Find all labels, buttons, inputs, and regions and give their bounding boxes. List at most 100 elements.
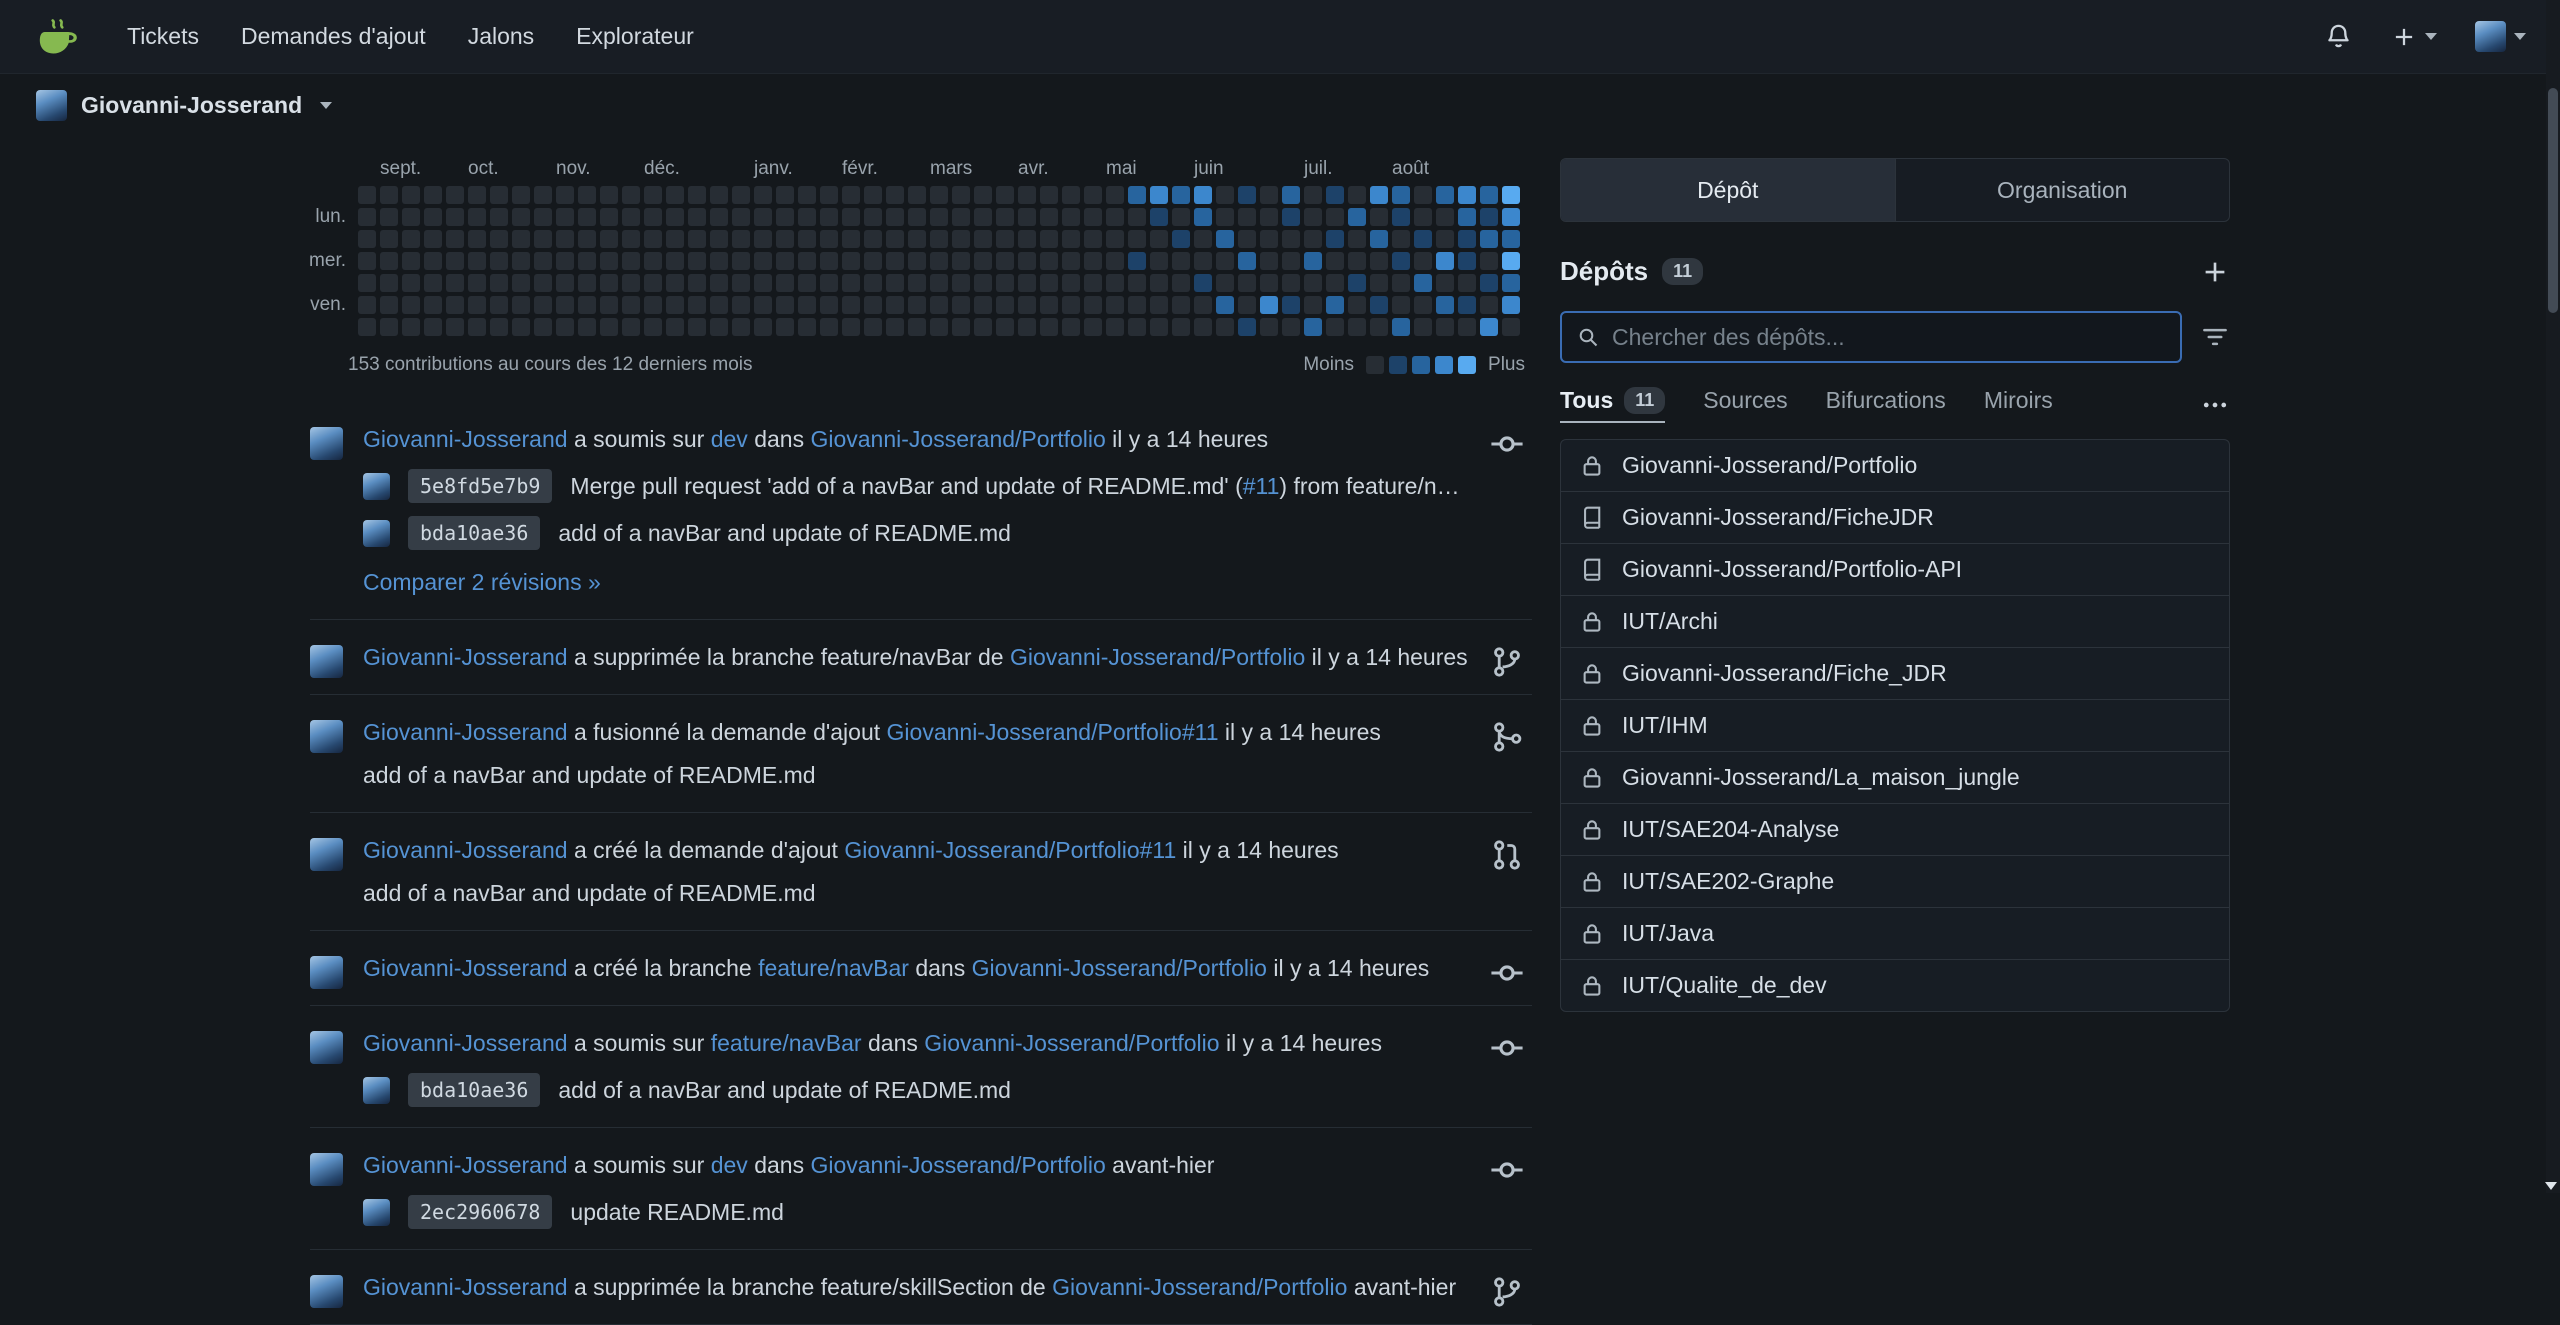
heatmap-cell[interactable]	[1480, 274, 1498, 292]
heatmap-cell[interactable]	[666, 230, 684, 248]
heatmap-cell[interactable]	[490, 252, 508, 270]
heatmap-cell[interactable]	[732, 208, 750, 226]
heatmap-cell[interactable]	[886, 186, 904, 204]
heatmap-cell[interactable]	[600, 208, 618, 226]
heatmap-cell[interactable]	[1128, 252, 1146, 270]
heatmap-cell[interactable]	[1128, 230, 1146, 248]
gitea-logo[interactable]	[34, 14, 80, 60]
heatmap-cell[interactable]	[1282, 274, 1300, 292]
heatmap-cell[interactable]	[1172, 252, 1190, 270]
heatmap-cell[interactable]	[1238, 186, 1256, 204]
heatmap-cell[interactable]	[490, 230, 508, 248]
heatmap-cell[interactable]	[1040, 186, 1058, 204]
notifications-bell-icon[interactable]	[2324, 22, 2353, 51]
commit-sha-link[interactable]: bda10ae36	[408, 1073, 540, 1107]
user-link[interactable]: Giovanni-Josserand	[363, 955, 568, 981]
filter-icon[interactable]	[2200, 322, 2230, 352]
heatmap-cell[interactable]	[1106, 208, 1124, 226]
heatmap-cell[interactable]	[1480, 186, 1498, 204]
repo-name-link[interactable]: IUT/Qualite_de_dev	[1622, 972, 1827, 999]
heatmap-cell[interactable]	[534, 318, 552, 336]
heatmap-cell[interactable]	[578, 296, 596, 314]
heatmap-cell[interactable]	[358, 318, 376, 336]
heatmap-cell[interactable]	[1260, 208, 1278, 226]
heatmap-cell[interactable]	[820, 274, 838, 292]
heatmap-cell[interactable]	[534, 230, 552, 248]
heatmap-cell[interactable]	[820, 208, 838, 226]
heatmap-cell[interactable]	[380, 274, 398, 292]
heatmap-cell[interactable]	[666, 208, 684, 226]
heatmap-cell[interactable]	[952, 230, 970, 248]
heatmap-cell[interactable]	[974, 274, 992, 292]
heatmap-cell[interactable]	[1480, 252, 1498, 270]
heatmap-cell[interactable]	[644, 230, 662, 248]
repo-row[interactable]: IUT/Java	[1560, 907, 2230, 960]
heatmap-cell[interactable]	[1502, 186, 1520, 204]
heatmap-cell[interactable]	[1370, 230, 1388, 248]
heatmap-cell[interactable]	[1392, 230, 1410, 248]
heatmap-cell[interactable]	[468, 318, 486, 336]
heatmap-cell[interactable]	[1436, 208, 1454, 226]
heatmap-cell[interactable]	[1436, 252, 1454, 270]
heatmap-cell[interactable]	[820, 318, 838, 336]
heatmap-cell[interactable]	[1304, 252, 1322, 270]
heatmap-cell[interactable]	[402, 318, 420, 336]
heatmap-cell[interactable]	[1040, 296, 1058, 314]
heatmap-cell[interactable]	[842, 252, 860, 270]
heatmap-cell[interactable]	[864, 296, 882, 314]
repo-link[interactable]: Giovanni-Josserand/Portfolio	[1052, 1274, 1347, 1300]
branch-link[interactable]: dev	[711, 426, 748, 452]
heatmap-cell[interactable]	[380, 296, 398, 314]
user-link[interactable]: Giovanni-Josserand	[363, 426, 568, 452]
heatmap-cell[interactable]	[930, 252, 948, 270]
heatmap-cell[interactable]	[1128, 296, 1146, 314]
heatmap-cell[interactable]	[996, 186, 1014, 204]
heatmap-cell[interactable]	[1502, 252, 1520, 270]
heatmap-cell[interactable]	[1436, 186, 1454, 204]
nav-item-milestones[interactable]: Jalons	[447, 23, 555, 50]
heatmap-cell[interactable]	[1106, 296, 1124, 314]
heatmap-cell[interactable]	[1260, 318, 1278, 336]
heatmap-cell[interactable]	[578, 318, 596, 336]
heatmap-cell[interactable]	[468, 230, 486, 248]
heatmap-cell[interactable]	[820, 186, 838, 204]
heatmap-cell[interactable]	[798, 252, 816, 270]
heatmap-cell[interactable]	[1414, 208, 1432, 226]
heatmap-cell[interactable]	[1216, 230, 1234, 248]
heatmap-cell[interactable]	[402, 230, 420, 248]
heatmap-cell[interactable]	[1458, 274, 1476, 292]
heatmap-cell[interactable]	[402, 296, 420, 314]
heatmap-cell[interactable]	[776, 252, 794, 270]
heatmap-cell[interactable]	[490, 208, 508, 226]
heatmap-cell[interactable]	[952, 274, 970, 292]
heatmap-cell[interactable]	[468, 296, 486, 314]
heatmap-cell[interactable]	[600, 230, 618, 248]
heatmap-cell[interactable]	[864, 274, 882, 292]
heatmap-cell[interactable]	[380, 318, 398, 336]
heatmap-cell[interactable]	[710, 274, 728, 292]
heatmap-cell[interactable]	[1216, 252, 1234, 270]
heatmap-cell[interactable]	[996, 318, 1014, 336]
heatmap-cell[interactable]	[1040, 274, 1058, 292]
heatmap-cell[interactable]	[952, 318, 970, 336]
heatmap-cell[interactable]	[380, 186, 398, 204]
nav-item-pull-requests[interactable]: Demandes d'ajout	[220, 23, 447, 50]
heatmap-cell[interactable]	[1458, 252, 1476, 270]
heatmap-cell[interactable]	[710, 208, 728, 226]
heatmap-cell[interactable]	[1194, 296, 1212, 314]
heatmap-cell[interactable]	[1216, 296, 1234, 314]
heatmap-cell[interactable]	[512, 230, 530, 248]
heatmap-cell[interactable]	[490, 274, 508, 292]
branch-link[interactable]: dev	[711, 1152, 748, 1178]
heatmap-cell[interactable]	[1414, 230, 1432, 248]
heatmap-cell[interactable]	[1392, 318, 1410, 336]
repo-name-link[interactable]: Giovanni-Josserand/FicheJDR	[1622, 504, 1934, 531]
heatmap-cell[interactable]	[556, 186, 574, 204]
heatmap-cell[interactable]	[1392, 296, 1410, 314]
heatmap-cell[interactable]	[468, 274, 486, 292]
heatmap-cell[interactable]	[1128, 274, 1146, 292]
heatmap-cell[interactable]	[952, 252, 970, 270]
heatmap-cell[interactable]	[1062, 186, 1080, 204]
repo-name-link[interactable]: IUT/Archi	[1622, 608, 1718, 635]
heatmap-cell[interactable]	[1106, 186, 1124, 204]
